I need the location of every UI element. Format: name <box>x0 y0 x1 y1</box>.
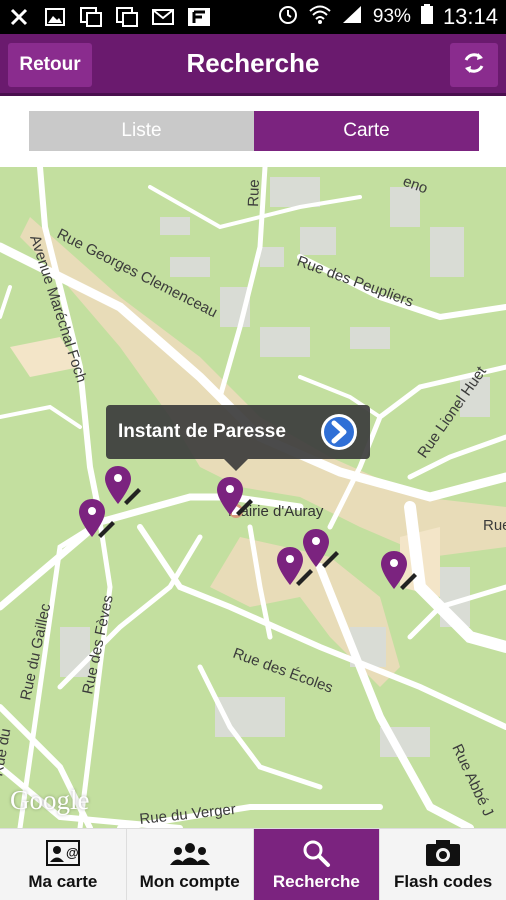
tab-label: Recherche <box>272 872 360 891</box>
tab-label: Ma carte <box>28 872 98 891</box>
missed-call-icon <box>8 7 30 27</box>
search-icon <box>301 838 331 868</box>
street-label: Rue du Gaillec <box>17 602 54 702</box>
card-user-icon: @ <box>45 838 80 868</box>
map-callout[interactable]: Instant de Paresse <box>106 405 370 471</box>
refresh-button[interactable] <box>450 43 498 87</box>
street-label: Rue <box>245 179 263 207</box>
clock: 13:14 <box>442 4 498 29</box>
street-label: Rue Abbé J <box>448 742 496 819</box>
street-label: Rue du <box>0 727 14 778</box>
refresh-icon <box>461 50 487 81</box>
view-toggle: Liste Carte <box>0 96 506 167</box>
tab-ma-carte[interactable]: @ Ma carte <box>0 829 126 900</box>
tab-label: Mon compte <box>139 872 240 891</box>
battery-level: 93% <box>372 6 411 27</box>
back-button[interactable]: Retour <box>8 43 92 87</box>
map-pin[interactable] <box>78 497 116 547</box>
battery-icon <box>420 4 433 30</box>
google-attribution: Google <box>10 785 90 815</box>
alarm-icon <box>277 3 299 31</box>
tab-list-view[interactable]: Liste <box>29 111 254 151</box>
map-pin[interactable] <box>380 549 418 599</box>
tab-map-view[interactable]: Carte <box>254 111 479 151</box>
wifi-icon <box>309 4 331 30</box>
mail-icon <box>152 7 174 27</box>
tab-label: Flash codes <box>393 872 493 891</box>
gallery-icon <box>80 7 102 27</box>
gallery-icon-2 <box>116 7 138 27</box>
people-icon <box>168 838 212 868</box>
signal-icon <box>341 4 363 30</box>
tab-mon-compte[interactable]: Mon compte <box>125 829 253 900</box>
callout-title: Instant de Paresse <box>118 421 286 442</box>
status-bar: 93% 13:14 <box>0 0 506 34</box>
camera-icon <box>425 838 461 868</box>
street-label: Rue des Peupliers <box>295 253 416 311</box>
app-f-icon <box>188 7 210 27</box>
street-label: Rue du Verger <box>139 801 237 828</box>
street-label: Rue <box>483 517 506 534</box>
tab-recherche[interactable]: Recherche <box>252 829 380 900</box>
app-header: Retour Recherche <box>0 34 506 96</box>
bottom-navigation: @ Ma carte Mon compte Recherche Flash co… <box>0 828 506 900</box>
map-pin-selected[interactable] <box>216 475 254 525</box>
street-label: Rue des Écoles <box>231 645 336 697</box>
chevron-right-icon[interactable] <box>320 413 358 451</box>
map-pin[interactable] <box>302 527 340 577</box>
tab-flash-codes[interactable]: Flash codes <box>379 829 506 900</box>
svg-text:@: @ <box>66 845 79 860</box>
map-view[interactable]: Rue Georges Clemenceau Avenue Maréchal F… <box>0 167 506 828</box>
image-icon <box>44 7 66 27</box>
